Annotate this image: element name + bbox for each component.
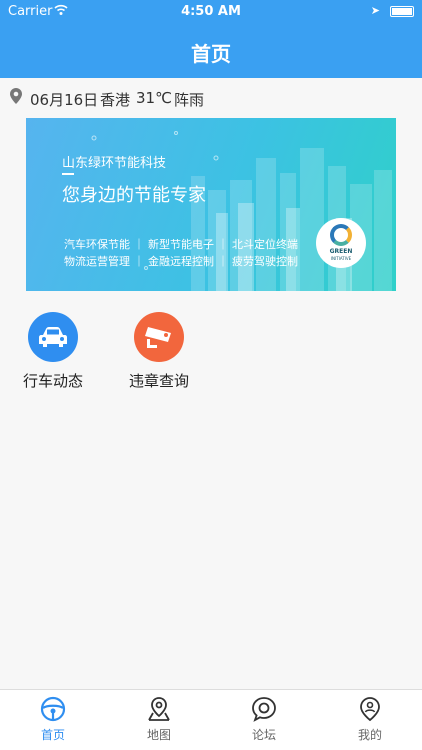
tab-mine-label: 我的 [357, 728, 382, 742]
tab-home[interactable]: 首页 [23, 696, 83, 743]
clock-label: 4:50 AM [181, 4, 241, 19]
banner-slogan: 您身边的节能专家 [62, 185, 206, 206]
battery-icon [390, 6, 414, 17]
driving-status-button[interactable]: 行车动态 [16, 312, 90, 391]
page-title: 首页 [191, 42, 231, 66]
map-pin-icon [129, 696, 189, 722]
banner-company-name: 山东绿环节能科技 [62, 156, 167, 171]
banner-services-line-1: 汽车环保节能 ｜ 新型节能电子 ｜ 北斗定位终端 [64, 238, 298, 251]
tab-map[interactable]: 地图 [129, 696, 189, 743]
logo-ring-icon [330, 224, 352, 246]
camera-icon [134, 312, 184, 362]
tab-forum[interactable]: 论坛 [234, 696, 294, 743]
promo-banner[interactable]: 山东绿环节能科技 您身边的节能专家 汽车环保节能 ｜ 新型节能电子 ｜ 北斗定位… [26, 118, 396, 291]
location-pin-icon [10, 88, 22, 108]
driving-status-label: 行车动态 [22, 372, 83, 390]
logo-text-bottom: INITIATIVE [330, 256, 352, 261]
banner-divider [62, 173, 74, 175]
weather-date: 06月16日 [30, 91, 99, 109]
tab-map-label: 地图 [146, 728, 171, 742]
tab-home-label: 首页 [40, 728, 65, 742]
profile-pin-icon [340, 696, 400, 722]
violation-query-button[interactable]: 违章查询 [122, 312, 196, 391]
logo-text-top: GREEN [329, 248, 353, 255]
car-icon [28, 312, 78, 362]
tab-mine[interactable]: 我的 [340, 696, 400, 743]
bottom-tab-bar: 首页 地图 论坛 我的 [0, 689, 422, 750]
violation-query-label: 违章查询 [128, 372, 189, 390]
green-initiative-logo: GREEN INITIATIVE [316, 218, 366, 268]
weather-bar: 06月16日 香港 31℃ 阵雨 [0, 78, 422, 118]
steering-wheel-icon [23, 696, 83, 722]
weather-city: 香港 [100, 91, 131, 109]
status-bar: Carrier 4:50 AM ➤ [0, 0, 422, 22]
location-arrow-icon: ➤ [370, 4, 380, 17]
weather-temperature: 31℃ [136, 89, 172, 107]
chat-bubble-icon [234, 696, 294, 722]
tab-forum-label: 论坛 [251, 728, 276, 742]
weather-condition: 阵雨 [174, 91, 205, 109]
top-navigation-bar: Carrier 4:50 AM ➤ 首页 [0, 0, 422, 78]
banner-services-line-2: 物流运营管理 ｜ 金融远程控制 ｜ 疲劳驾驶控制 [64, 255, 298, 268]
